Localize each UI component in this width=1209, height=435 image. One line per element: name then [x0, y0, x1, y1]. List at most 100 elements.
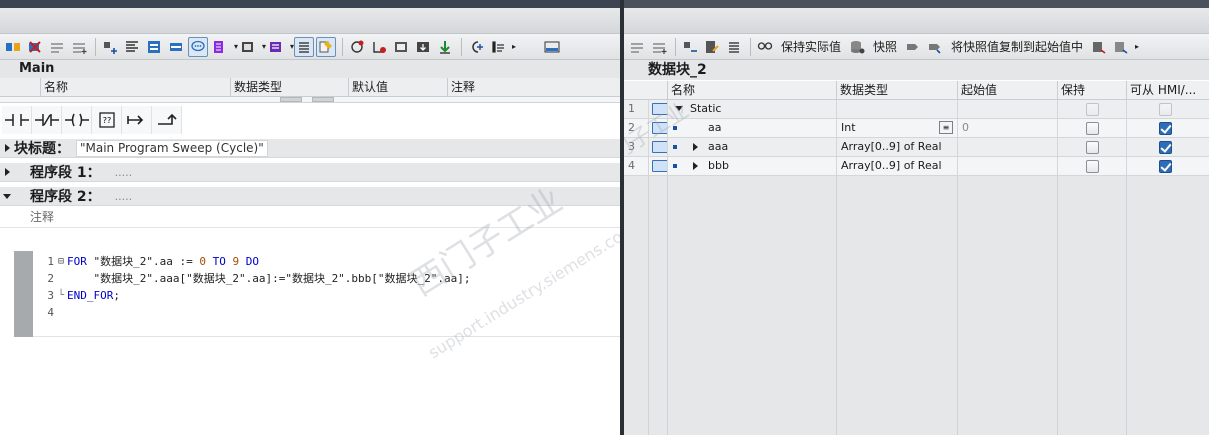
- row-datatype[interactable]: Array[0..9] of Real: [836, 157, 957, 175]
- db-col-name[interactable]: 名称: [667, 81, 836, 100]
- delete-network-icon[interactable]: [25, 37, 45, 57]
- edit-icon[interactable]: [702, 37, 722, 57]
- block-title-value[interactable]: "Main Program Sweep (Cycle)": [76, 139, 268, 157]
- fold-toggle-icon[interactable]: ⊟: [58, 253, 67, 270]
- row-name-cell[interactable]: Static: [667, 100, 836, 118]
- interface-splitter[interactable]: [0, 97, 620, 103]
- row-start-value[interactable]: [957, 138, 1057, 156]
- db-col-retain[interactable]: 保持: [1057, 81, 1126, 100]
- network-1-title[interactable]: .....: [115, 166, 132, 179]
- code-line-1[interactable]: 1 ⊟ FOR "数据块_2".aa := 0 TO 9 DO: [38, 253, 471, 270]
- hmi-checkbox[interactable]: [1159, 103, 1172, 116]
- table-row[interactable]: 2 aa Int ≡ 0: [624, 119, 1209, 138]
- close-branch-icon[interactable]: [152, 106, 182, 134]
- breakpoint-icon[interactable]: [466, 37, 486, 57]
- hmi-checkbox[interactable]: [1159, 122, 1172, 135]
- db-col-start-value[interactable]: 起始值: [957, 81, 1057, 100]
- open-branch-icon[interactable]: [122, 106, 152, 134]
- network-2-title[interactable]: .....: [115, 190, 132, 203]
- no-contact-icon[interactable]: [2, 106, 32, 134]
- keep-actual-values-button[interactable]: 保持实际值: [777, 37, 847, 57]
- code-lines[interactable]: 1 ⊟ FOR "数据块_2".aa := 0 TO 9 DO 2 "数据块_2…: [38, 253, 471, 321]
- monitor-glasses-icon[interactable]: [755, 37, 775, 57]
- block-title-row[interactable]: 块标题： "Main Program Sweep (Cycle)": [0, 139, 620, 158]
- retain-checkbox[interactable]: [1086, 103, 1099, 116]
- collapse-arrow-icon[interactable]: [0, 193, 14, 199]
- step-icon[interactable]: [488, 37, 508, 57]
- goto-icon[interactable]: [347, 37, 367, 57]
- code-line-4[interactable]: 4: [38, 304, 471, 321]
- hmi-checkbox[interactable]: [1159, 160, 1172, 173]
- expand-arrow-icon[interactable]: [0, 168, 14, 176]
- comments-toggle-icon[interactable]: [188, 36, 208, 57]
- database-icon[interactable]: [847, 37, 867, 57]
- table-row[interactable]: 4 bbb Array[0..9] of Real: [624, 157, 1209, 176]
- init-values-icon[interactable]: [1111, 37, 1131, 57]
- favorites-icon[interactable]: [210, 37, 230, 57]
- network-1-row[interactable]: 程序段 1： .....: [0, 163, 620, 182]
- interface-col-name[interactable]: 名称: [40, 78, 230, 96]
- network-2-comment[interactable]: 注释: [0, 206, 620, 228]
- scl-code-editor[interactable]: 1 ⊟ FOR "数据块_2".aa := 0 TO 9 DO 2 "数据块_2…: [14, 251, 620, 337]
- absolute-address-icon[interactable]: [122, 37, 142, 57]
- interface-col-comment[interactable]: 注释: [447, 78, 620, 96]
- row-datatype[interactable]: Int ≡: [836, 119, 957, 137]
- expand-arrow-icon[interactable]: [0, 144, 14, 152]
- collapse-all-icon[interactable]: [166, 37, 186, 57]
- table-row[interactable]: 1 Static: [624, 100, 1209, 119]
- snapshot-button[interactable]: 快照: [869, 37, 903, 57]
- download-icon[interactable]: [413, 37, 433, 57]
- code-line-3[interactable]: 3 └ END_FOR;: [38, 287, 471, 304]
- network-2-row[interactable]: 程序段 2： .....: [0, 187, 620, 206]
- row-name-cell[interactable]: aa: [667, 119, 836, 137]
- split-view-icon[interactable]: [542, 37, 562, 57]
- insert-network-icon[interactable]: [3, 37, 23, 57]
- more-tools-icon[interactable]: ▸: [1135, 42, 1139, 51]
- nc-contact-icon[interactable]: [32, 106, 62, 134]
- tag-table-icon[interactable]: [266, 37, 286, 57]
- row-start-value[interactable]: [957, 157, 1057, 175]
- reset-start-values-icon[interactable]: [1089, 37, 1109, 57]
- highlight-icon[interactable]: [316, 36, 337, 57]
- insert-row-icon[interactable]: [627, 37, 647, 57]
- copy-snapshot-to-start-button[interactable]: 将快照值复制到起始值中: [947, 37, 1089, 57]
- add-row-icon[interactable]: [649, 37, 669, 57]
- hmi-checkbox[interactable]: [1159, 141, 1172, 154]
- row-name-cell[interactable]: bbb: [667, 157, 836, 175]
- row-start-value[interactable]: [957, 100, 1057, 118]
- monitor-icon[interactable]: [100, 37, 120, 57]
- db-col-datatype[interactable]: 数据类型: [836, 81, 957, 100]
- row-name-cell[interactable]: aaa: [667, 138, 836, 156]
- code-line-2[interactable]: 2 "数据块_2".aaa["数据块_2".aa]:="数据块_2".bbb["…: [38, 270, 470, 287]
- upload-icon[interactable]: [435, 37, 455, 57]
- datatype-picker-icon[interactable]: ≡: [939, 121, 953, 134]
- table-row[interactable]: 3 aaa Array[0..9] of Real: [624, 138, 1209, 157]
- row-start-value[interactable]: 0: [957, 119, 1057, 137]
- load-snapshot-icon[interactable]: [238, 37, 258, 57]
- online-compare-icon[interactable]: [391, 37, 411, 57]
- coil-icon[interactable]: [62, 106, 92, 134]
- expand-arrow-icon[interactable]: [693, 162, 698, 170]
- copy-snapshot-icon[interactable]: [903, 37, 923, 57]
- add-row-icon[interactable]: [69, 37, 89, 57]
- retain-checkbox[interactable]: [1086, 160, 1099, 173]
- network-view-icon[interactable]: [144, 37, 164, 57]
- list-view-icon[interactable]: [294, 36, 315, 57]
- retain-checkbox[interactable]: [1086, 141, 1099, 154]
- db-col-hmi[interactable]: 可从 HMI/...: [1126, 81, 1209, 100]
- list-icon[interactable]: [724, 37, 744, 57]
- empty-box-icon[interactable]: ??: [92, 106, 122, 134]
- collapse-arrow-icon[interactable]: [675, 106, 683, 111]
- row-datatype[interactable]: Array[0..9] of Real: [836, 138, 957, 156]
- interface-col-datatype[interactable]: 数据类型: [230, 78, 348, 96]
- row-datatype[interactable]: [836, 100, 957, 118]
- expanded-mode-icon[interactable]: [680, 37, 700, 57]
- splitter-handle-up[interactable]: [280, 97, 302, 102]
- call-hierarchy-icon[interactable]: [369, 37, 389, 57]
- expand-arrow-icon[interactable]: [693, 143, 698, 151]
- more-tools-icon[interactable]: ▸: [512, 42, 516, 51]
- interface-col-default[interactable]: 默认值: [348, 78, 447, 96]
- retain-checkbox[interactable]: [1086, 122, 1099, 135]
- insert-row-icon[interactable]: [47, 37, 67, 57]
- splitter-handle-down[interactable]: [312, 97, 334, 102]
